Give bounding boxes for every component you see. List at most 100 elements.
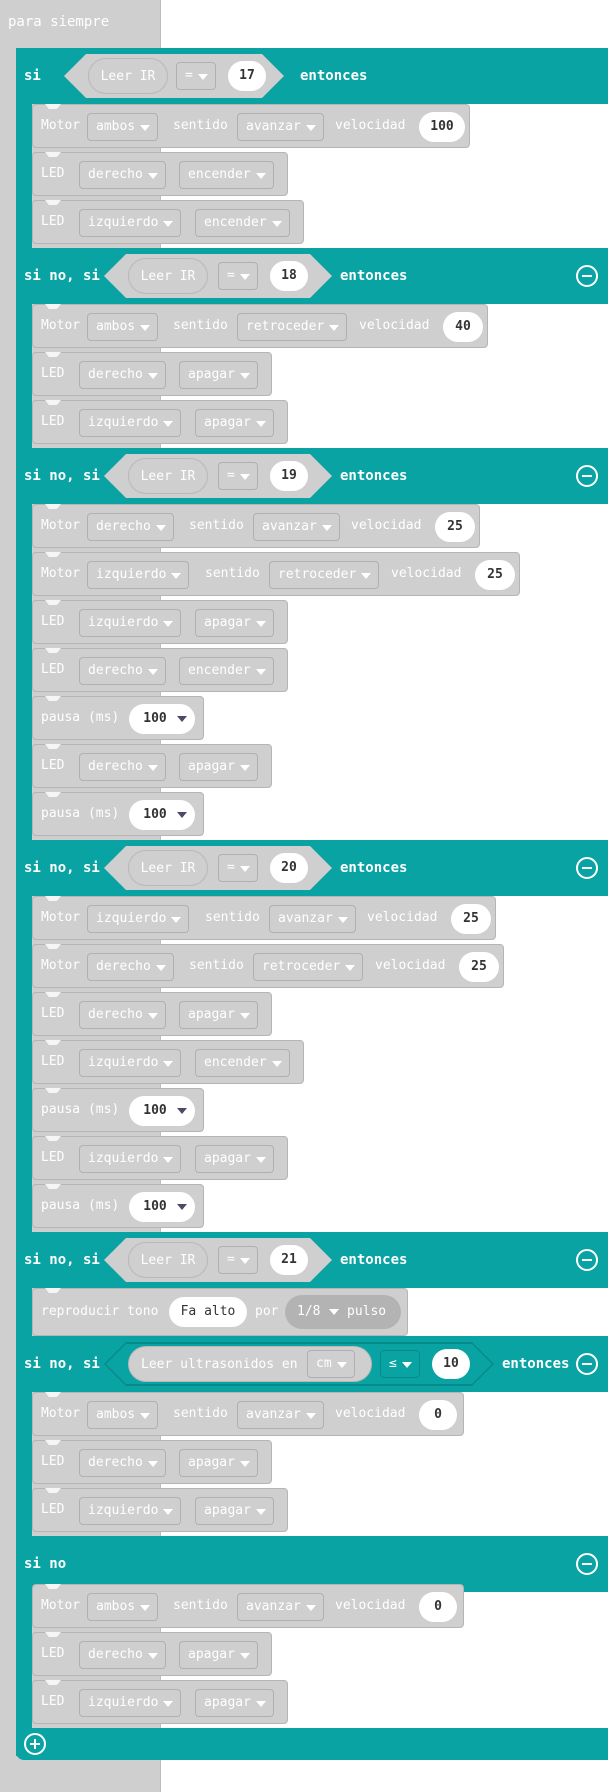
motor-block[interactable]: Motor ambos sentido avanzar velocidad 10… bbox=[32, 104, 470, 148]
led-side-dropdown[interactable]: derecho bbox=[79, 1001, 166, 1029]
led-block[interactable]: LED izquierdo apagar bbox=[32, 1136, 288, 1180]
led-block[interactable]: LED izquierdo apagar bbox=[32, 600, 288, 644]
compare-value[interactable]: 21 bbox=[270, 1245, 308, 1275]
read-ir-block[interactable]: Leer IR bbox=[128, 458, 208, 494]
led-state-dropdown[interactable]: encender bbox=[195, 209, 290, 237]
led-block[interactable]: LED izquierdo apagar bbox=[32, 400, 288, 444]
led-side-dropdown[interactable]: izquierdo bbox=[79, 409, 182, 437]
motor-block[interactable]: Motor ambos sentido avanzar velocidad 0 bbox=[32, 1584, 464, 1628]
led-side-dropdown[interactable]: derecho bbox=[79, 361, 166, 389]
remove-branch-icon[interactable] bbox=[576, 1353, 598, 1375]
led-block[interactable]: LED derecho apagar bbox=[32, 1632, 272, 1676]
led-block[interactable]: LED derecho apagar bbox=[32, 744, 272, 788]
compare-value[interactable]: 17 bbox=[228, 61, 266, 91]
remove-branch-icon[interactable] bbox=[576, 465, 598, 487]
direction-dropdown[interactable]: avanzar bbox=[237, 1593, 324, 1621]
led-side-dropdown[interactable]: izquierdo bbox=[79, 609, 182, 637]
remove-branch-icon[interactable] bbox=[576, 1553, 598, 1575]
led-block[interactable]: LED derecho apagar bbox=[32, 1440, 272, 1484]
motor-side-dropdown[interactable]: ambos bbox=[87, 1401, 159, 1429]
motor-block[interactable]: Motor ambos sentido avanzar velocidad 0 bbox=[32, 1392, 464, 1436]
led-block[interactable]: LED izquierdo apagar bbox=[32, 1680, 288, 1724]
compare-value[interactable]: 20 bbox=[270, 853, 308, 883]
read-ir-block[interactable]: Leer IR bbox=[128, 258, 208, 294]
direction-dropdown[interactable]: avanzar bbox=[253, 513, 340, 541]
operator-dropdown[interactable]: = bbox=[218, 262, 258, 290]
led-state-dropdown[interactable]: encender bbox=[179, 161, 274, 189]
led-block[interactable]: LED derecho encender bbox=[32, 648, 288, 692]
led-block[interactable]: LED derecho apagar bbox=[32, 352, 272, 396]
speed-input[interactable]: 25 bbox=[459, 952, 499, 982]
led-side-dropdown[interactable]: derecho bbox=[79, 161, 166, 189]
pause-block[interactable]: pausa (ms) 100 bbox=[32, 696, 204, 740]
operator-dropdown[interactable]: = bbox=[218, 462, 258, 490]
play-tone-block[interactable]: reproducir tono Fa alto por 1/8 pulso bbox=[32, 1288, 408, 1336]
pause-input[interactable]: 100 bbox=[129, 704, 195, 734]
motor-side-dropdown[interactable]: ambos bbox=[87, 113, 159, 141]
led-side-dropdown[interactable]: derecho bbox=[79, 1641, 166, 1669]
motor-side-dropdown[interactable]: ambos bbox=[87, 313, 159, 341]
motor-block[interactable]: Motor izquierdo sentido retroceder veloc… bbox=[32, 552, 520, 596]
motor-side-dropdown[interactable]: ambos bbox=[87, 1593, 159, 1621]
compare-value[interactable]: 19 bbox=[270, 461, 308, 491]
motor-block[interactable]: Motor izquierdo sentido avanzar velocida… bbox=[32, 896, 496, 940]
compare-value[interactable]: 10 bbox=[432, 1349, 470, 1379]
direction-dropdown[interactable]: avanzar bbox=[237, 1401, 324, 1429]
speed-input[interactable]: 25 bbox=[435, 512, 475, 542]
led-side-dropdown[interactable]: izquierdo bbox=[79, 1145, 182, 1173]
direction-dropdown[interactable]: avanzar bbox=[269, 905, 356, 933]
led-state-dropdown[interactable]: apagar bbox=[179, 753, 258, 781]
led-block[interactable]: LED izquierdo encender bbox=[32, 200, 304, 244]
beat-block[interactable]: 1/8 pulso bbox=[285, 1295, 401, 1329]
motor-side-dropdown[interactable]: derecho bbox=[87, 513, 174, 541]
led-side-dropdown[interactable]: izquierdo bbox=[79, 209, 182, 237]
led-state-dropdown[interactable]: apagar bbox=[179, 1641, 258, 1669]
pause-input[interactable]: 100 bbox=[129, 1096, 195, 1126]
operator-dropdown[interactable]: ≤ bbox=[380, 1350, 420, 1378]
led-block[interactable]: LED izquierdo apagar bbox=[32, 1488, 288, 1532]
led-state-dropdown[interactable]: apagar bbox=[179, 361, 258, 389]
led-side-dropdown[interactable]: izquierdo bbox=[79, 1689, 182, 1717]
speed-input[interactable]: 100 bbox=[419, 112, 465, 142]
led-side-dropdown[interactable]: derecho bbox=[79, 657, 166, 685]
direction-dropdown[interactable]: retroceder bbox=[237, 313, 348, 341]
operator-dropdown[interactable]: = bbox=[176, 62, 216, 90]
note-input[interactable]: Fa alto bbox=[169, 1297, 247, 1327]
led-block[interactable]: LED derecho apagar bbox=[32, 992, 272, 1036]
led-state-dropdown[interactable]: apagar bbox=[195, 609, 274, 637]
led-state-dropdown[interactable]: apagar bbox=[195, 409, 274, 437]
motor-block[interactable]: Motor ambos sentido retroceder velocidad… bbox=[32, 304, 488, 348]
led-side-dropdown[interactable]: izquierdo bbox=[79, 1497, 182, 1525]
led-state-dropdown[interactable]: encender bbox=[195, 1049, 290, 1077]
motor-side-dropdown[interactable]: derecho bbox=[87, 953, 174, 981]
speed-input[interactable]: 0 bbox=[419, 1592, 457, 1622]
motor-side-dropdown[interactable]: izquierdo bbox=[87, 905, 190, 933]
direction-dropdown[interactable]: retroceder bbox=[253, 953, 364, 981]
compare-value[interactable]: 18 bbox=[270, 261, 308, 291]
pause-input[interactable]: 100 bbox=[129, 800, 195, 830]
speed-input[interactable]: 25 bbox=[475, 560, 515, 590]
led-state-dropdown[interactable]: apagar bbox=[179, 1449, 258, 1477]
led-block[interactable]: LED izquierdo encender bbox=[32, 1040, 304, 1084]
speed-input[interactable]: 40 bbox=[443, 312, 483, 342]
beat-caret-icon[interactable] bbox=[329, 1309, 339, 1315]
led-side-dropdown[interactable]: derecho bbox=[79, 1449, 166, 1477]
pause-block[interactable]: pausa (ms) 100 bbox=[32, 1184, 204, 1228]
led-state-dropdown[interactable]: apagar bbox=[195, 1689, 274, 1717]
motor-side-dropdown[interactable]: izquierdo bbox=[87, 561, 190, 589]
read-ir-block[interactable]: Leer IR bbox=[128, 850, 208, 886]
remove-branch-icon[interactable] bbox=[576, 265, 598, 287]
read-ir-block[interactable]: Leer IR bbox=[88, 58, 168, 94]
led-block[interactable]: LED derecho encender bbox=[32, 152, 288, 196]
add-branch-icon[interactable] bbox=[24, 1733, 46, 1755]
motor-block[interactable]: Motor derecho sentido retroceder velocid… bbox=[32, 944, 504, 988]
direction-dropdown[interactable]: retroceder bbox=[269, 561, 380, 589]
pause-block[interactable]: pausa (ms) 100 bbox=[32, 792, 204, 836]
led-state-dropdown[interactable]: apagar bbox=[195, 1497, 274, 1525]
led-side-dropdown[interactable]: izquierdo bbox=[79, 1049, 182, 1077]
remove-branch-icon[interactable] bbox=[576, 857, 598, 879]
speed-input[interactable]: 0 bbox=[419, 1400, 457, 1430]
led-side-dropdown[interactable]: derecho bbox=[79, 753, 166, 781]
led-state-dropdown[interactable]: apagar bbox=[195, 1145, 274, 1173]
operator-dropdown[interactable]: = bbox=[218, 854, 258, 882]
